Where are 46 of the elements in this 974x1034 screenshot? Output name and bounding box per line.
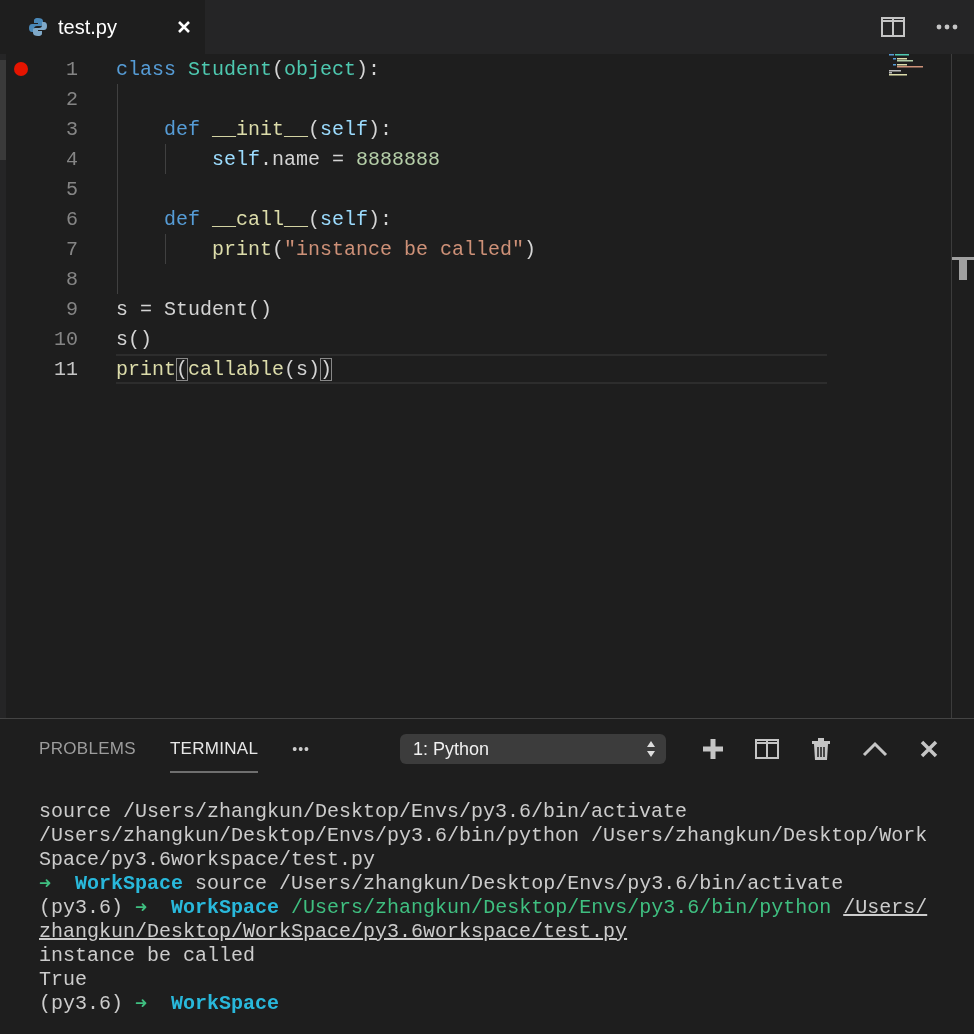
ellipsis-icon — [936, 24, 958, 30]
line-number: 7 — [66, 237, 78, 261]
line-number: 8 — [66, 267, 78, 291]
plus-icon — [701, 738, 724, 760]
terminal-line: (py3.6) ➜ WorkSpace — [39, 991, 281, 1015]
code-line: class Student(object): — [116, 57, 381, 81]
terminal-line: zhangkun/Desktop/WorkSpace/py3.6workspace/test.py — [39, 919, 629, 943]
line-number: 5 — [66, 177, 78, 201]
terminal-line: instance be called — [39, 943, 257, 967]
panel-tab[interactable]: PROBLEMS — [39, 729, 136, 773]
terminal-line: source /Users/zhangkun/Desktop/Envs/py3.6/bin/activate — [39, 799, 689, 823]
cursor-marker — [952, 257, 974, 281]
chevron-up-icon — [861, 741, 888, 757]
file-tab[interactable]: test.py — [0, 0, 205, 54]
line-number: 1 — [66, 57, 78, 81]
line-number: 10 — [54, 327, 78, 351]
breakpoint-dot[interactable] — [14, 62, 28, 76]
split-icon — [754, 739, 779, 759]
code-line: print("instance be called") — [212, 237, 537, 261]
code-line: def __call__(self): — [164, 207, 393, 231]
terminal-select[interactable]: 1: Python — [399, 734, 666, 764]
close-icon[interactable] — [177, 20, 191, 34]
line-number: 3 — [66, 117, 78, 141]
panel-tab[interactable]: TERMINAL — [169, 729, 259, 773]
terminal-line: True — [39, 967, 88, 991]
code-line: print(callable(s)) — [116, 357, 333, 381]
updown-caret-icon — [645, 740, 656, 758]
line-number: 9 — [66, 297, 78, 321]
python-icon — [28, 17, 48, 37]
code-line: self.name = 8888888 — [212, 147, 441, 171]
line-number: 11 — [54, 357, 78, 381]
close-icon — [919, 740, 938, 758]
terminal-line: ➜ WorkSpace source /Users/zhangkun/Desktop/Envs/py3.6/bin/activate — [39, 871, 845, 895]
split-icon — [881, 17, 905, 37]
scrollbar-thumb[interactable] — [0, 60, 6, 160]
line-number: 6 — [66, 207, 78, 231]
code-line: def __init__(self): — [164, 117, 393, 141]
code-line: s = Student() — [116, 297, 273, 321]
terminal-line: (py3.6) ➜ WorkSpace /Users/zhangkun/Desktop/Envs/py3.6/bin/python /Users/ — [39, 895, 929, 919]
trash-icon — [810, 737, 831, 761]
code-line: s() — [116, 327, 152, 351]
line-number: 2 — [66, 87, 78, 111]
terminal-line: /Users/zhangkun/Desktop/Envs/py3.6/bin/python /Users/zhangkun/Desktop/Work — [39, 823, 929, 847]
more-button[interactable]: ••• — [292, 741, 310, 757]
line-number: 4 — [66, 147, 78, 171]
terminal-line: Space/py3.6workspace/test.py — [39, 847, 377, 871]
